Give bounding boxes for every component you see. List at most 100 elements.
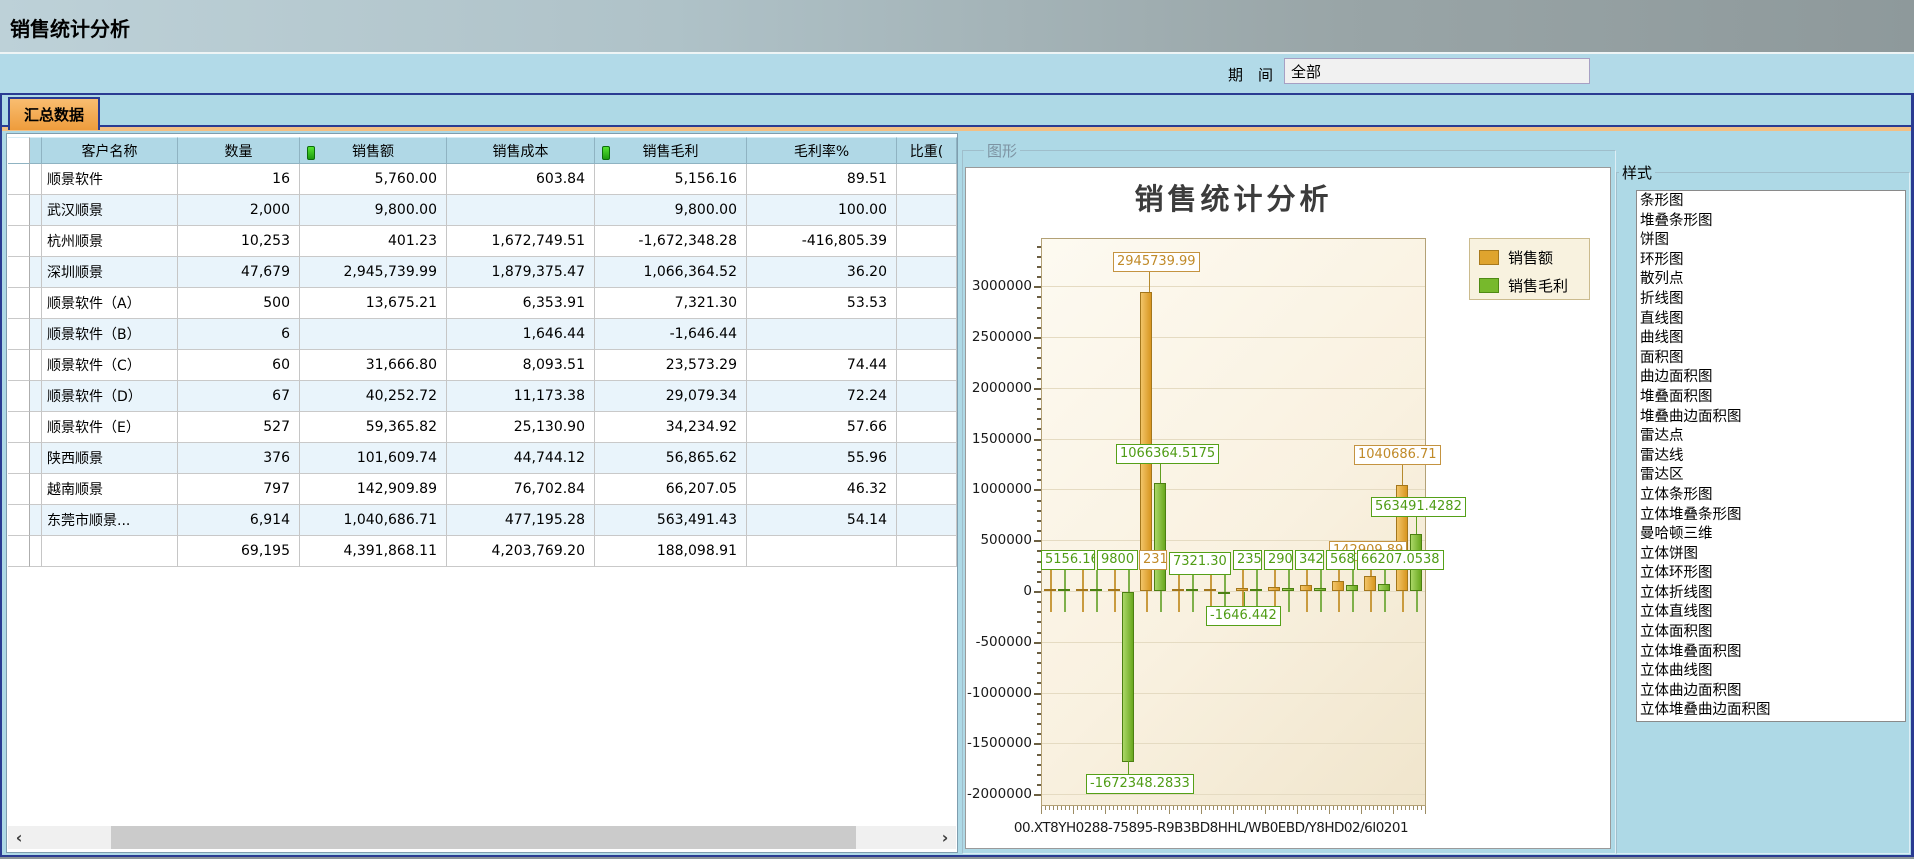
bar <box>1058 589 1070 591</box>
y-axis-tick-label: 1500000 <box>966 431 1032 447</box>
chart-group-label: 图形 <box>984 140 1020 161</box>
style-list-item[interactable]: 立体曲边面积图 <box>1640 682 1905 702</box>
table-row[interactable]: 越南顺景797142,909.8976,702.8466,207.0546.32 <box>8 474 957 505</box>
table-cell: 72.24 <box>747 381 897 412</box>
row-selector-cell[interactable] <box>8 412 30 443</box>
table-row[interactable]: 顺景软件（B）61,646.44-1,646.44 <box>8 319 957 350</box>
style-list-item[interactable]: 立体折线图 <box>1640 584 1905 604</box>
table-row[interactable]: 顺景软件（D）6740,252.7211,173.3829,079.3472.2… <box>8 381 957 412</box>
label-stem <box>1050 570 1052 612</box>
gridline <box>1042 642 1425 643</box>
style-list-item[interactable]: 面积图 <box>1640 349 1905 369</box>
row-selector-cell[interactable] <box>8 350 30 381</box>
x-axis-tick <box>1133 806 1134 810</box>
period-input[interactable] <box>1284 58 1590 84</box>
scroll-right-button[interactable]: › <box>934 826 956 849</box>
row-selector-cell[interactable] <box>8 381 30 412</box>
style-list-item[interactable]: 立体环形图 <box>1640 564 1905 584</box>
style-list-item[interactable]: 堆叠条形图 <box>1640 212 1905 232</box>
x-axis-tick <box>1201 806 1202 814</box>
style-list-item[interactable]: 雷达点 <box>1640 427 1905 447</box>
table-cell: -416,805.39 <box>747 226 897 257</box>
style-list-item[interactable]: 堆叠曲边面积图 <box>1640 408 1905 428</box>
x-axis-tick <box>1217 806 1218 810</box>
style-list-item[interactable]: 饼图 <box>1640 231 1905 251</box>
style-list-item[interactable]: 立体条形图 <box>1640 486 1905 506</box>
column-header[interactable]: 毛利率% <box>747 137 897 164</box>
y-axis-tick <box>1037 479 1041 481</box>
indicator-cell <box>30 536 42 567</box>
style-list-item[interactable]: 条形图 <box>1640 192 1905 212</box>
style-list-item[interactable]: 环形图 <box>1640 251 1905 271</box>
table-row[interactable]: 69,1954,391,868.114,203,769.20188,098.91 <box>8 536 957 567</box>
x-axis-tick <box>1345 806 1346 810</box>
bar <box>1140 292 1152 591</box>
column-header[interactable]: 客户名称 <box>42 137 178 164</box>
table-cell: 5,156.16 <box>595 164 747 195</box>
row-selector-cell[interactable] <box>8 505 30 536</box>
column-header[interactable]: 销售成本 <box>447 137 595 164</box>
style-list-item[interactable]: 立体堆叠曲边面积图 <box>1640 701 1905 721</box>
style-list-item[interactable]: 立体面积图 <box>1640 623 1905 643</box>
style-list-item[interactable]: 直线图 <box>1640 310 1905 330</box>
scroll-left-button[interactable]: ‹ <box>8 826 30 849</box>
table-row[interactable]: 顺景软件（E）52759,365.8225,130.9034,234.9257.… <box>8 412 957 443</box>
x-axis-tick <box>1393 806 1394 814</box>
chart-style-listbox[interactable]: 条形图堆叠条形图饼图环形图散列点折线图直线图曲线图面积图曲边面积图堆叠面积图堆叠… <box>1636 190 1906 722</box>
table-row[interactable]: 顺景软件（A）50013,675.216,353.917,321.3053.53 <box>8 288 957 319</box>
table-row[interactable]: 东莞市顺景...6,9141,040,686.71477,195.28563,4… <box>8 505 957 536</box>
row-selector-cell[interactable] <box>8 319 30 350</box>
table-row[interactable]: 顺景软件165,760.00603.845,156.1689.51 <box>8 164 957 195</box>
x-axis-tick <box>1245 806 1246 810</box>
style-list-item[interactable]: 堆叠面积图 <box>1640 388 1905 408</box>
x-axis-tick <box>1265 806 1266 814</box>
style-list-item[interactable]: 立体曲线图 <box>1640 662 1905 682</box>
horizontal-scrollbar[interactable]: ‹ › <box>8 826 956 849</box>
row-selector-cell[interactable] <box>8 536 30 567</box>
row-selector-cell[interactable] <box>8 257 30 288</box>
indicator-cell <box>30 164 42 195</box>
column-header[interactable]: 比重( <box>897 137 957 164</box>
scrollbar-thumb[interactable] <box>111 826 856 849</box>
row-selector-cell[interactable] <box>8 443 30 474</box>
style-list-item[interactable]: 立体直线图 <box>1640 603 1905 623</box>
row-selector-cell[interactable] <box>8 288 30 319</box>
x-axis-tick <box>1041 806 1042 814</box>
tab-summary-data[interactable]: 汇总数据 <box>8 97 100 130</box>
row-selector-cell[interactable] <box>8 164 30 195</box>
style-list-item[interactable]: 折线图 <box>1640 290 1905 310</box>
y-axis-tick <box>1034 489 1041 491</box>
style-list-item[interactable]: 立体堆叠面积图 <box>1640 643 1905 663</box>
x-axis-tick <box>1285 806 1286 810</box>
table-cell <box>897 350 957 381</box>
y-axis-tick-label: -1000000 <box>966 685 1032 701</box>
x-axis-tick <box>1081 806 1082 810</box>
style-list-item[interactable]: 立体饼图 <box>1640 545 1905 565</box>
style-list-item[interactable]: 曲边面积图 <box>1640 368 1905 388</box>
style-list-item[interactable]: 立体堆叠条形图 <box>1640 506 1905 526</box>
row-selector-cell[interactable] <box>8 226 30 257</box>
y-axis-tick <box>1037 276 1041 278</box>
style-list-item[interactable]: 雷达区 <box>1640 466 1905 486</box>
x-axis-tick <box>1153 806 1154 810</box>
style-list-item[interactable]: 曲线图 <box>1640 329 1905 349</box>
style-list-item[interactable]: 曼哈顿三维 <box>1640 525 1905 545</box>
style-list-item[interactable]: 雷达线 <box>1640 447 1905 467</box>
column-header[interactable]: 销售额 <box>300 137 447 164</box>
row-selector-cell[interactable] <box>8 195 30 226</box>
label-stem <box>1338 570 1340 612</box>
table-row[interactable]: 深圳顺景47,6792,945,739.991,879,375.471,066,… <box>8 257 957 288</box>
table-cell: 142,909.89 <box>300 474 447 505</box>
column-header[interactable]: 数量 <box>178 137 300 164</box>
column-header[interactable]: 销售毛利 <box>595 137 747 164</box>
x-axis-tick <box>1221 806 1222 810</box>
row-selector-cell[interactable] <box>8 474 30 505</box>
table-row[interactable]: 武汉顺景2,0009,800.009,800.00100.00 <box>8 195 957 226</box>
label-stem <box>1384 570 1386 612</box>
table-row[interactable]: 陕西顺景376101,609.7444,744.1256,865.6255.96 <box>8 443 957 474</box>
y-axis-tick <box>1037 510 1041 512</box>
table-row[interactable]: 顺景软件（C）6031,666.808,093.5123,573.2974.44 <box>8 350 957 381</box>
style-list-item[interactable]: 散列点 <box>1640 270 1905 290</box>
x-axis-tick <box>1137 806 1138 814</box>
table-row[interactable]: 杭州顺景10,253401.231,672,749.51-1,672,348.2… <box>8 226 957 257</box>
